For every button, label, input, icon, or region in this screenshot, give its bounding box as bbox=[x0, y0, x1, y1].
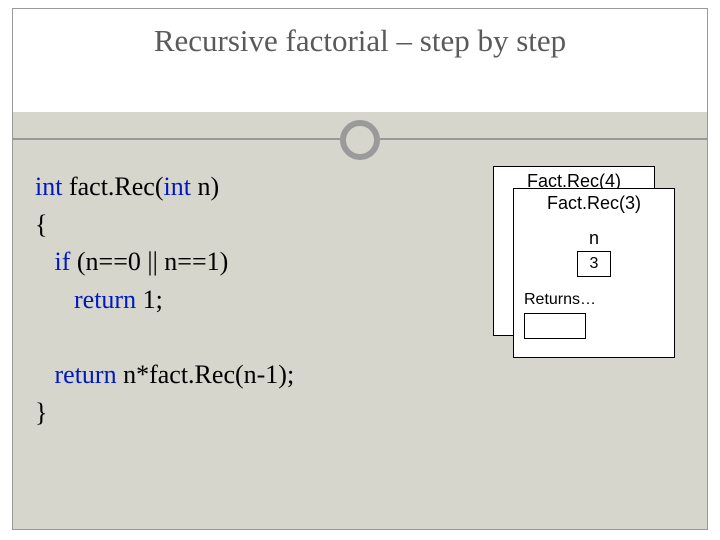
code-block: int fact.Rec(int n) { if (n==0 || n==1) … bbox=[35, 168, 294, 432]
code-text: 1; bbox=[136, 285, 163, 314]
keyword-int: int bbox=[35, 172, 62, 201]
divider bbox=[13, 112, 707, 172]
code-line-open-brace: { bbox=[35, 206, 294, 244]
code-line-return2: return n*fact.Rec(n-1); bbox=[35, 356, 294, 394]
title-area: Recursive factorial – step by step bbox=[13, 9, 707, 79]
returns-label: Returns… bbox=[524, 291, 674, 309]
returns-value-box bbox=[524, 313, 586, 339]
code-line-signature: int fact.Rec(int n) bbox=[35, 168, 294, 206]
circle-icon bbox=[340, 120, 380, 160]
keyword-int: int bbox=[164, 172, 191, 201]
frame-front-title: Fact.Rec(3) bbox=[514, 189, 674, 214]
code-blank-line bbox=[35, 319, 294, 357]
stack-frame-front: Fact.Rec(3) n 3 Returns… bbox=[513, 188, 675, 358]
content-band: int fact.Rec(int n) { if (n==0 || n==1) … bbox=[13, 112, 707, 529]
call-stack: Fact.Rec(4) Fact.Rec(3) n 3 Returns… bbox=[493, 166, 673, 356]
code-text: fact.Rec( bbox=[62, 172, 163, 201]
var-n-value: 3 bbox=[577, 251, 611, 277]
code-line-return1: return 1; bbox=[35, 281, 294, 319]
code-text: n*fact.Rec(n-1); bbox=[117, 360, 295, 389]
keyword-return: return bbox=[74, 285, 136, 314]
code-text: (n==0 || n==1) bbox=[70, 247, 228, 276]
keyword-if: if bbox=[55, 247, 71, 276]
keyword-return: return bbox=[55, 360, 117, 389]
slide-frame: Recursive factorial – step by step int f… bbox=[12, 8, 708, 530]
code-line-if: if (n==0 || n==1) bbox=[35, 243, 294, 281]
slide-title: Recursive factorial – step by step bbox=[13, 9, 707, 59]
code-text: n) bbox=[191, 172, 219, 201]
code-line-close-brace: } bbox=[35, 394, 294, 432]
var-n-label: n bbox=[514, 228, 674, 249]
